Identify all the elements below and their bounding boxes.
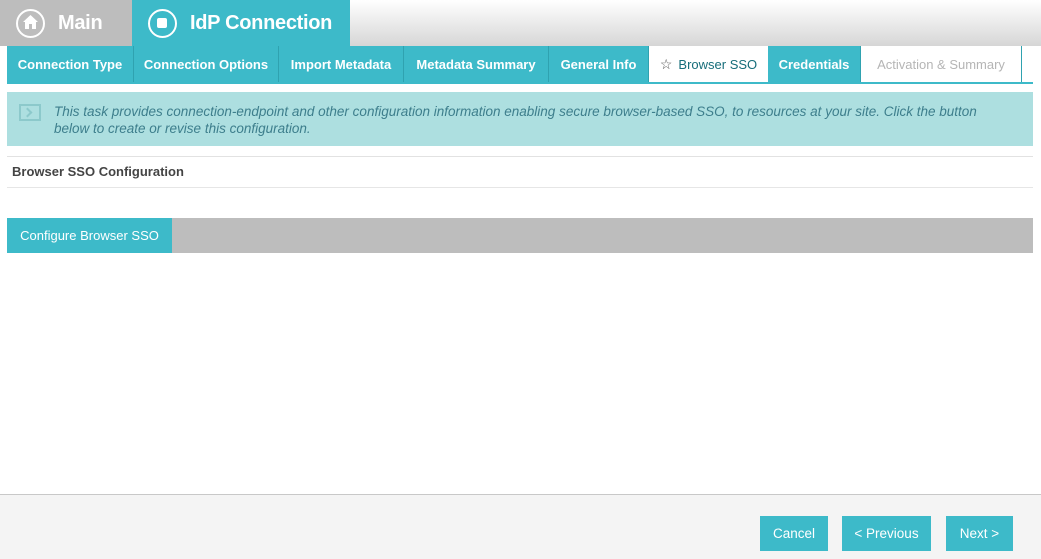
main-tab[interactable]: Main xyxy=(0,0,132,46)
info-text: This task provides connection-endpoint a… xyxy=(54,104,977,136)
divider xyxy=(7,187,1033,188)
section-title: Browser SSO Configuration xyxy=(12,164,184,179)
info-panel: This task provides connection-endpoint a… xyxy=(7,92,1033,146)
next-button[interactable]: Next > xyxy=(946,516,1013,551)
tabs-underline xyxy=(7,82,1033,84)
tab-connection-type[interactable]: Connection Type xyxy=(7,46,134,82)
tab-connection-options[interactable]: Connection Options xyxy=(134,46,279,82)
configure-bar: Configure Browser SSO xyxy=(7,218,1033,253)
tab-credentials[interactable]: Credentials xyxy=(768,46,861,82)
idp-connection-tab-label: IdP Connection xyxy=(190,11,333,34)
divider xyxy=(7,156,1033,157)
wizard-tabs: Connection Type Connection Options Impor… xyxy=(7,46,1022,82)
tab-browser-sso[interactable]: ☆ Browser SSO xyxy=(649,46,768,82)
tab-metadata-summary[interactable]: Metadata Summary xyxy=(404,46,549,82)
tab-activation-summary: Activation & Summary xyxy=(861,46,1022,82)
info-panel-icon xyxy=(19,104,41,121)
idp-connection-tab[interactable]: IdP Connection xyxy=(132,0,350,46)
configure-browser-sso-button[interactable]: Configure Browser SSO xyxy=(7,218,172,253)
tab-label: Browser SSO xyxy=(678,56,758,72)
previous-button[interactable]: < Previous xyxy=(842,516,931,551)
tab-label: Import Metadata xyxy=(290,56,392,72)
tab-label: Credentials xyxy=(778,56,850,72)
tab-import-metadata[interactable]: Import Metadata xyxy=(279,46,404,82)
main-tab-label: Main xyxy=(58,11,103,34)
tab-general-info[interactable]: General Info xyxy=(549,46,649,82)
tab-label: Activation & Summary xyxy=(877,56,1005,72)
tab-label: General Info xyxy=(560,56,637,72)
home-icon xyxy=(16,8,45,38)
tab-label: Metadata Summary xyxy=(416,56,536,72)
stop-icon xyxy=(148,8,177,38)
star-icon: ☆ xyxy=(659,55,673,72)
footer: Cancel < Previous Next > xyxy=(0,494,1041,559)
tab-label: Connection Options xyxy=(143,56,269,72)
tab-label: Connection Type xyxy=(17,56,123,72)
top-header: Main IdP Connection xyxy=(0,0,1041,46)
cancel-button[interactable]: Cancel xyxy=(760,516,828,551)
